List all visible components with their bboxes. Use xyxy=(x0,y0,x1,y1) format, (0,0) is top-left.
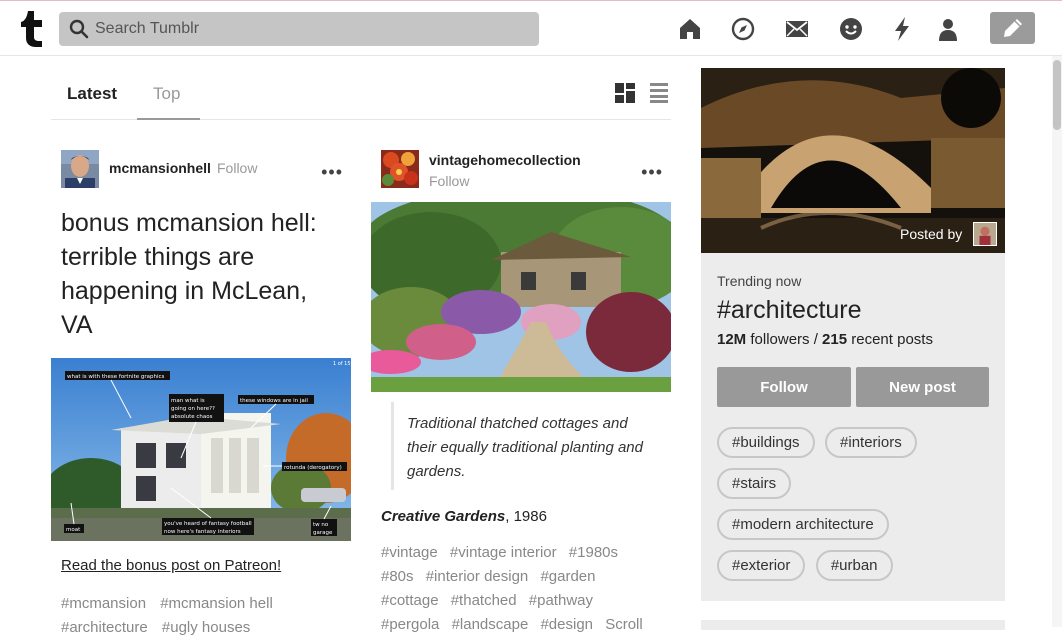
account-icon[interactable] xyxy=(935,15,961,43)
tag-link[interactable]: Scroll xyxy=(605,616,643,633)
compose-button[interactable] xyxy=(990,12,1035,44)
image-counter: 1 of 15 xyxy=(333,361,351,367)
annotation-label: you've heard of fantasy football xyxy=(164,521,252,527)
tag-link[interactable]: #pergola xyxy=(381,616,439,633)
explore-icon[interactable] xyxy=(730,15,756,43)
post-image[interactable]: what is with these fortnite graphics man… xyxy=(51,358,351,541)
tag-link[interactable]: #thatched xyxy=(451,592,517,609)
activity-icon[interactable] xyxy=(889,15,915,43)
trending-label: Trending now xyxy=(717,273,802,289)
blog-name[interactable]: mcmansionhell xyxy=(109,160,211,176)
tag-link[interactable]: #vintage xyxy=(381,544,438,561)
tag-link[interactable]: #80s xyxy=(381,568,414,585)
tag-link[interactable]: #1980s xyxy=(569,544,618,561)
follow-button[interactable]: Follow xyxy=(717,367,851,407)
patreon-link[interactable]: Read the bonus post on Patreon! xyxy=(61,557,341,574)
tag-link[interactable]: #garden xyxy=(540,568,595,585)
feed-tabs: Latest Top xyxy=(51,70,671,120)
search-input[interactable] xyxy=(95,20,495,38)
post-header: vintagehomecollection Follow ••• xyxy=(371,140,671,200)
tab-latest[interactable]: Latest xyxy=(67,84,117,104)
tag-link[interactable]: #architecture xyxy=(61,619,148,636)
annotation-label: tw no xyxy=(313,522,329,528)
page-scrollbar[interactable] xyxy=(1052,56,1062,627)
follow-link[interactable]: Follow xyxy=(429,173,469,189)
trending-card: Posted by Trending now #architecture 12M… xyxy=(701,68,1005,601)
tag-link[interactable]: #interior design xyxy=(426,568,529,585)
caption-year: , 1986 xyxy=(505,508,547,525)
tag-chip[interactable]: #urban xyxy=(815,550,893,581)
home-icon[interactable] xyxy=(677,15,703,43)
annotation-label: rotunda (derogatory) xyxy=(284,465,342,471)
follow-link[interactable]: Follow xyxy=(217,160,257,176)
tag-link[interactable]: #mcmansion xyxy=(61,595,146,612)
avatar[interactable] xyxy=(973,222,997,246)
follower-count: 12M xyxy=(717,331,747,348)
tag-link[interactable]: #ugly houses xyxy=(162,619,250,636)
posted-by-label: Posted by xyxy=(900,226,963,242)
tag-link[interactable]: #design xyxy=(540,616,593,633)
grid-view-icon[interactable] xyxy=(615,83,635,103)
blog-name[interactable]: vintagehomecollection xyxy=(429,152,581,168)
tag-chip[interactable]: #modern architecture xyxy=(717,509,889,540)
tag-link[interactable]: #cottage xyxy=(381,592,439,609)
more-options-icon[interactable]: ••• xyxy=(641,162,663,183)
post-card: vintagehomecollection Follow ••• Traditi… xyxy=(371,140,671,637)
annotation-label: going on here?? xyxy=(171,406,215,412)
caption-title: Creative Gardens xyxy=(381,508,506,525)
tag-chip[interactable]: #stairs xyxy=(717,468,792,499)
post-card: mcmansionhell Follow ••• bonus mcmansion… xyxy=(51,140,351,640)
trending-stats: 12M followers / 215 recent posts xyxy=(717,331,933,348)
tag-chip[interactable]: #interiors xyxy=(825,427,917,458)
post-header: mcmansionhell Follow ••• xyxy=(51,140,351,200)
followers-text: followers / xyxy=(746,331,823,348)
search-icon xyxy=(69,19,89,39)
post-tags: #vintage #vintage interior #1980s #80s #… xyxy=(381,541,661,637)
scrollbar-thumb[interactable] xyxy=(1053,60,1061,130)
annotation-label: now here's fantasy interiors xyxy=(164,529,241,535)
inbox-icon[interactable] xyxy=(784,15,810,43)
pencil-icon xyxy=(1003,19,1022,37)
trending-tag[interactable]: #architecture xyxy=(717,296,862,325)
annotation-label: what is with these fortnite graphics xyxy=(67,374,165,380)
more-options-icon[interactable]: ••• xyxy=(321,162,343,183)
tag-chip[interactable]: #buildings xyxy=(717,427,815,458)
next-card xyxy=(701,620,1005,630)
chat-icon[interactable] xyxy=(838,15,864,43)
avatar[interactable] xyxy=(381,150,419,188)
tag-link[interactable]: #mcmansion hell xyxy=(160,595,273,612)
tag-link[interactable]: #vintage interior xyxy=(450,544,557,561)
post-image[interactable] xyxy=(371,202,671,392)
related-tags: #buildings #interiors #stairs #modern ar… xyxy=(717,427,997,591)
tag-chip[interactable]: #exterior xyxy=(717,550,806,581)
top-nav-bar xyxy=(0,0,1062,56)
list-view-icon[interactable] xyxy=(650,83,668,103)
tag-link[interactable]: #pathway xyxy=(529,592,593,609)
annotation-label: garage xyxy=(313,530,333,536)
post-title: bonus mcmansion hell: terrible things ar… xyxy=(61,209,317,339)
annotation-label: man what is xyxy=(171,398,205,404)
post-quote: Traditional thatched cottages and their … xyxy=(391,402,661,490)
tab-active-underline xyxy=(137,118,200,120)
annotation-label: absolute chaos xyxy=(171,414,213,420)
post-caption: Creative Gardens, 1986 xyxy=(381,508,661,525)
post-tags: #mcmansion #mcmansion hell #architecture… xyxy=(61,592,341,640)
annotation-label: moat xyxy=(66,527,81,533)
post-count: 215 xyxy=(822,331,848,348)
tumblr-logo[interactable] xyxy=(20,11,44,47)
avatar[interactable] xyxy=(61,150,99,188)
annotation-label: these windows are in jail xyxy=(240,398,308,404)
tab-top[interactable]: Top xyxy=(153,84,180,104)
search-bar[interactable] xyxy=(59,12,539,46)
posts-text: recent posts xyxy=(847,331,933,348)
tag-link[interactable]: #landscape xyxy=(452,616,529,633)
new-post-button[interactable]: New post xyxy=(856,367,989,407)
